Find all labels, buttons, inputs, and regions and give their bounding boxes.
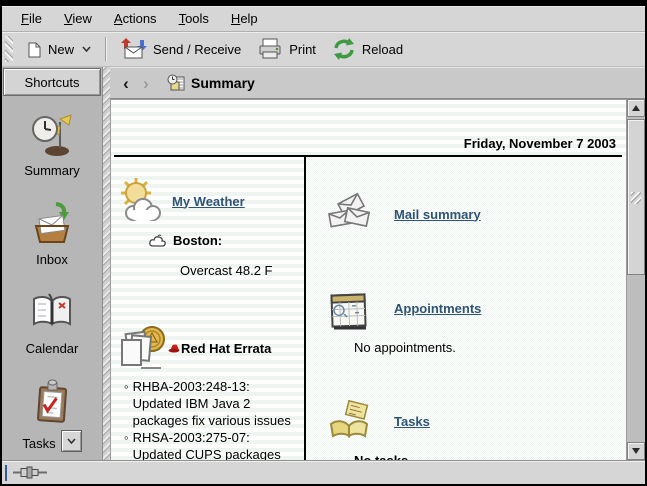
scrollbar-thumb[interactable] <box>627 119 645 275</box>
mail-summary-icon <box>326 191 372 237</box>
mail-summary-block: Mail summary <box>326 191 626 237</box>
summary-pane: ‹ › Summary Friday, November 7 2003 <box>110 67 645 460</box>
errata-item-text: RHSA-2003:275-07: Updated CUPS packages … <box>133 429 296 460</box>
bullet-icon: ◦ <box>124 378 129 429</box>
errata-title-wrap: Red Hat Errata <box>168 341 271 356</box>
errata-item-text: RHBA-2003:248-13: Updated IBM Java 2 pac… <box>133 378 296 429</box>
summary-date: Friday, November 7 2003 <box>111 100 626 155</box>
menu-file[interactable]: File <box>10 9 53 28</box>
red-hat-icon <box>168 343 180 353</box>
calendar-icon <box>29 290 75 336</box>
shortcuts-group-button[interactable]: Shortcuts <box>3 68 101 96</box>
menu-bar: File View Actions Tools Help <box>2 6 645 32</box>
my-weather-link[interactable]: My Weather <box>172 194 245 209</box>
view-header: ‹ › Summary <box>110 67 645 99</box>
small-cloud-icon <box>148 234 166 248</box>
chevron-down-icon <box>67 438 76 444</box>
new-document-icon <box>25 41 42 58</box>
toolbar-separator <box>105 37 107 61</box>
tasks-empty-text: No tasks <box>354 453 626 460</box>
evolution-window: File View Actions Tools Help New <box>0 0 647 486</box>
summary-content: Friday, November 7 2003 <box>110 99 626 460</box>
tasks-list-icon <box>326 398 372 444</box>
sidebar-item-label: Inbox <box>36 252 68 267</box>
arrow-up-icon <box>632 105 640 111</box>
errata-icon <box>116 324 166 372</box>
sidebar-item-tasks[interactable]: Tasks <box>22 379 81 452</box>
weather-condition: Overcast 48.2 F <box>180 263 304 278</box>
sidebar-item-label: Calendar <box>26 341 79 356</box>
scrollbar-trough[interactable] <box>627 275 645 442</box>
toolbar-grip[interactable] <box>5 36 13 62</box>
shortcut-items: Summary <box>2 97 102 460</box>
main-area: Shortcuts Sum <box>2 67 645 460</box>
sidebar-item-inbox[interactable]: Inbox <box>29 201 75 267</box>
tasks-link[interactable]: Tasks <box>394 414 430 429</box>
status-accent <box>5 465 7 481</box>
appointments-icon <box>326 285 372 331</box>
appointments-empty-text: No appointments. <box>354 340 626 355</box>
send-receive-button[interactable]: Send / Receive <box>113 35 249 63</box>
reload-label: Reload <box>362 42 403 57</box>
scroll-up-button[interactable] <box>627 99 645 117</box>
status-bar <box>2 460 645 484</box>
vertical-scrollbar <box>626 99 645 460</box>
tasks-icon <box>29 379 75 425</box>
weather-icon <box>116 177 164 225</box>
sidebar-item-label: Tasks <box>22 436 55 451</box>
tasks-dropdown-button[interactable] <box>61 430 82 452</box>
mail-summary-link[interactable]: Mail summary <box>394 207 481 222</box>
print-icon <box>257 38 283 60</box>
summary-icon <box>29 112 75 158</box>
summary-view-icon <box>166 74 186 92</box>
print-label: Print <box>289 42 316 57</box>
chevron-down-icon <box>82 46 91 52</box>
arrow-down-icon <box>632 448 640 454</box>
errata-item: ◦ RHSA-2003:275-07: Updated CUPS package… <box>124 429 296 460</box>
summary-right-column: Mail summary <box>306 157 626 460</box>
view-title: Summary <box>191 75 255 91</box>
shortcut-bar: Shortcuts Sum <box>2 67 103 460</box>
online-status-plug-icon[interactable] <box>12 466 48 479</box>
print-button[interactable]: Print <box>249 35 324 63</box>
bullet-icon: ◦ <box>124 429 129 460</box>
send-receive-icon <box>121 38 147 60</box>
tasks-block: Tasks No tasks <box>326 398 626 460</box>
shortcuts-label: Shortcuts <box>25 75 80 90</box>
errata-list: ◦ RHBA-2003:248-13: Updated IBM Java 2 p… <box>124 378 296 460</box>
sidebar-item-label: Summary <box>24 163 80 178</box>
errata-item: ◦ RHBA-2003:248-13: Updated IBM Java 2 p… <box>124 378 296 429</box>
reload-button[interactable]: Reload <box>324 35 411 63</box>
new-button-label: New <box>48 42 74 57</box>
sidebar-item-calendar[interactable]: Calendar <box>26 290 79 356</box>
toolbar: New Send / Receive <box>2 32 645 67</box>
menu-help[interactable]: Help <box>220 9 269 28</box>
new-button[interactable]: New <box>17 38 99 61</box>
reload-icon <box>332 38 356 60</box>
send-receive-label: Send / Receive <box>153 42 241 57</box>
inbox-icon <box>29 201 75 247</box>
summary-left-column: My Weather Boston: <box>111 157 304 460</box>
menu-tools[interactable]: Tools <box>168 9 220 28</box>
forward-button[interactable]: › <box>136 72 156 94</box>
weather-location: Boston: <box>173 233 222 248</box>
appointments-block: Appointments No appointments. <box>326 285 626 355</box>
appointments-link[interactable]: Appointments <box>394 301 481 316</box>
back-button[interactable]: ‹ <box>116 72 136 94</box>
errata-title: Red Hat Errata <box>181 341 271 356</box>
scroll-down-button[interactable] <box>627 442 645 460</box>
sidebar-item-summary[interactable]: Summary <box>24 112 80 178</box>
menu-view[interactable]: View <box>53 9 103 28</box>
sidebar-splitter[interactable] <box>103 67 110 460</box>
menu-actions[interactable]: Actions <box>103 9 168 28</box>
